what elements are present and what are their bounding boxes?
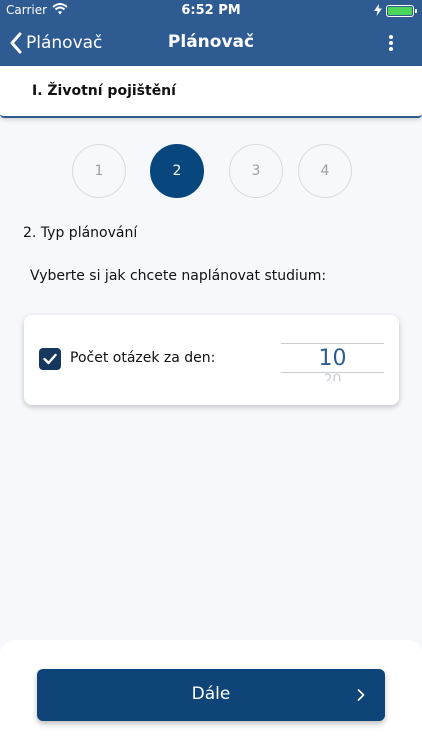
questions-per-day-label: Počet otázek za den:	[70, 350, 216, 366]
step-3[interactable]: 3	[229, 144, 283, 198]
instruction-text: Vyberte si jak chcete naplánovat studium…	[30, 268, 327, 284]
step-1[interactable]: 1	[72, 144, 126, 198]
charging-icon	[374, 4, 382, 19]
section-header: I. Životní pojištění	[0, 66, 422, 118]
checkmark-icon	[43, 353, 57, 365]
picker-selected-value: 10	[318, 346, 347, 371]
more-menu-button[interactable]	[388, 35, 394, 51]
next-button[interactable]: Dále	[37, 669, 385, 721]
battery-icon	[386, 5, 417, 17]
step-heading: 2. Typ plánování	[23, 225, 138, 241]
picker-next-value: 20	[323, 373, 342, 381]
section-title: I. Životní pojištění	[32, 83, 176, 99]
questions-per-day-checkbox[interactable]	[39, 348, 61, 370]
bottom-panel: Dále	[0, 640, 422, 750]
questions-per-day-picker[interactable]: 10 20	[281, 343, 384, 383]
questions-per-day-card: Počet otázek za den: 10 20	[24, 315, 399, 405]
top-bar: Carrier 6:52 PM Plánovač Plánovač	[0, 0, 422, 66]
step-4[interactable]: 4	[298, 144, 352, 198]
status-bar: Carrier 6:52 PM	[0, 0, 422, 22]
step-indicator: 1 2 3 4	[0, 144, 422, 198]
next-button-label: Dále	[191, 684, 231, 704]
step-2[interactable]: 2	[150, 144, 204, 198]
page-title: Plánovač	[167, 32, 255, 52]
more-vertical-icon	[389, 35, 393, 39]
clock: 6:52 PM	[181, 3, 241, 18]
chevron-right-icon	[357, 689, 365, 701]
